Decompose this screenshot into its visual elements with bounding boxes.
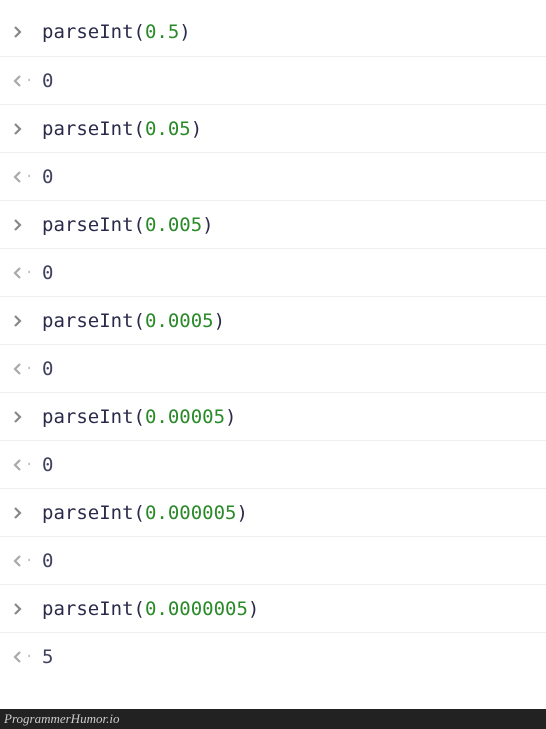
close-paren: ) [214, 310, 225, 332]
console-output-row: · 0 [0, 440, 546, 488]
console-output-row: · 0 [0, 248, 546, 296]
argument-value: 0.00005 [145, 406, 225, 428]
close-paren: ) [202, 214, 213, 236]
console-input-code: parseInt(0.00005) [42, 406, 534, 428]
function-name: parseInt [42, 310, 134, 332]
input-chevron-icon [12, 602, 42, 616]
result-value: 0 [42, 550, 534, 572]
input-chevron-icon [12, 122, 42, 136]
console-input-row: parseInt(0.00005) [0, 392, 546, 440]
result-value: 5 [42, 646, 534, 668]
function-name: parseInt [42, 502, 134, 524]
close-paren: ) [191, 118, 202, 140]
output-chevron-icon: · [12, 457, 42, 473]
function-name: parseInt [42, 21, 134, 43]
argument-value: 0.000005 [145, 502, 237, 524]
function-name: parseInt [42, 598, 134, 620]
input-chevron-icon [12, 506, 42, 520]
console-input-code: parseInt(0.0000005) [42, 598, 534, 620]
input-chevron-icon [12, 314, 42, 328]
argument-value: 0.005 [145, 214, 202, 236]
close-paren: ) [248, 598, 259, 620]
open-paren: ( [134, 310, 145, 332]
output-chevron-icon: · [12, 73, 42, 89]
console-input-code: parseInt(0.05) [42, 118, 534, 140]
output-chevron-icon: · [12, 361, 42, 377]
result-value: 0 [42, 70, 534, 92]
console-input-row: parseInt(0.5) [0, 8, 546, 56]
console-input-code: parseInt(0.005) [42, 214, 534, 236]
argument-value: 0.05 [145, 118, 191, 140]
console-output-row: · 0 [0, 152, 546, 200]
function-name: parseInt [42, 118, 134, 140]
watermark-footer: ProgrammerHumor.io [0, 709, 546, 729]
result-value: 0 [42, 166, 534, 188]
argument-value: 0.0000005 [145, 598, 248, 620]
console-input-row: parseInt(0.0000005) [0, 584, 546, 632]
input-chevron-icon [12, 410, 42, 424]
close-paren: ) [236, 502, 247, 524]
open-paren: ( [134, 214, 145, 236]
console-output-row: · 0 [0, 536, 546, 584]
output-chevron-icon: · [12, 169, 42, 185]
console-input-row: parseInt(0.05) [0, 104, 546, 152]
console-output: parseInt(0.5) · 0 parseInt(0.05) · 0 par… [0, 0, 546, 680]
console-output-row: · 0 [0, 344, 546, 392]
console-input-code: parseInt(0.5) [42, 21, 534, 43]
open-paren: ( [134, 598, 145, 620]
close-paren: ) [179, 21, 190, 43]
output-chevron-icon: · [12, 265, 42, 281]
open-paren: ( [134, 118, 145, 140]
input-chevron-icon [12, 218, 42, 232]
close-paren: ) [225, 406, 236, 428]
result-value: 0 [42, 454, 534, 476]
open-paren: ( [134, 502, 145, 524]
console-output-row: · 0 [0, 56, 546, 104]
console-input-code: parseInt(0.0005) [42, 310, 534, 332]
output-chevron-icon: · [12, 553, 42, 569]
console-input-row: parseInt(0.000005) [0, 488, 546, 536]
argument-value: 0.0005 [145, 310, 214, 332]
open-paren: ( [134, 21, 145, 43]
function-name: parseInt [42, 214, 134, 236]
watermark-text: ProgrammerHumor.io [4, 711, 119, 727]
console-input-row: parseInt(0.0005) [0, 296, 546, 344]
input-chevron-icon [12, 25, 42, 39]
function-name: parseInt [42, 406, 134, 428]
argument-value: 0.5 [145, 21, 179, 43]
console-input-row: parseInt(0.005) [0, 200, 546, 248]
console-input-code: parseInt(0.000005) [42, 502, 534, 524]
result-value: 0 [42, 262, 534, 284]
output-chevron-icon: · [12, 649, 42, 665]
result-value: 0 [42, 358, 534, 380]
open-paren: ( [134, 406, 145, 428]
console-output-row: · 5 [0, 632, 546, 680]
